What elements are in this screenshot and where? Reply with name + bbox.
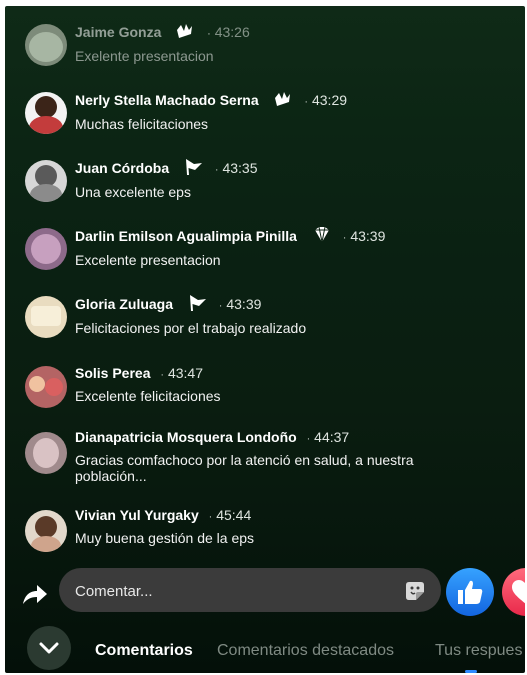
comment-text: Gracias comfachoco por la atenció en sal… (75, 452, 414, 484)
comment-time: 43:35 (222, 160, 258, 176)
commenter-name[interactable]: Dianapatricia Mosquera Londoño (75, 429, 297, 445)
share-arrow-icon[interactable] (19, 580, 49, 610)
separator-dot: · (218, 300, 223, 312)
live-comments-panel: Jaime Gonza · 43:26 Exelente presentacio… (5, 6, 525, 673)
thumbs-up-icon (458, 580, 483, 604)
comment-time: 44:37 (314, 429, 350, 445)
avatar[interactable] (25, 432, 67, 474)
commenter-name[interactable]: Vivian Yul Yurgaky (75, 507, 199, 523)
avatar[interactable] (25, 160, 67, 202)
avatar[interactable] (25, 92, 67, 134)
flag-icon (183, 158, 205, 180)
separator-dot: · (342, 232, 347, 244)
commenter-name[interactable]: Juan Córdoba (75, 160, 169, 176)
comment-time: 43:29 (311, 92, 348, 108)
chevron-down-icon (39, 642, 59, 654)
sticker-icon[interactable] (403, 579, 427, 603)
separator-dot: · (214, 164, 219, 176)
tab-your-replies[interactable]: Tus respues (435, 642, 522, 660)
avatar[interactable] (25, 366, 67, 408)
comment-time: 43:39 (226, 296, 262, 312)
avatar[interactable] (25, 510, 67, 552)
commenter-name[interactable]: Nerly Stella Machado Serna (75, 92, 259, 108)
comment-time: 45:44 (216, 507, 252, 523)
love-button[interactable] (502, 568, 525, 616)
separator-dot: · (304, 96, 309, 108)
comment-time: 43:47 (167, 365, 203, 381)
comment-text: Felicitaciones por el trabajo realizado (75, 320, 307, 336)
comment-text: Excelente felicitaciones (75, 388, 221, 404)
like-button[interactable] (446, 568, 494, 616)
flag-icon (187, 294, 209, 316)
comment-time: 43:39 (350, 228, 386, 244)
avatar[interactable] (25, 24, 67, 66)
separator-dot: · (160, 369, 165, 381)
separator-dot: · (306, 433, 311, 445)
avatar[interactable] (25, 296, 67, 338)
tab-top-comments[interactable]: Comentarios destacados (217, 642, 394, 660)
commenter-name[interactable]: Gloria Zuluaga (75, 296, 173, 312)
comment-text: Exelente presentacion (75, 48, 214, 64)
diamond-icon (311, 226, 333, 248)
comment-text: Una excelente eps (75, 184, 191, 200)
comment-text: Excelente presentacion (75, 252, 221, 268)
comment-input-container[interactable] (59, 568, 441, 614)
tab-comments[interactable]: Comentarios (95, 642, 193, 660)
commenter-name[interactable]: Jaime Gonza (75, 24, 161, 40)
clapping-hands-icon (273, 90, 295, 112)
comment-text: Muy buena gestión de la eps (75, 530, 255, 546)
tab-indicator (465, 670, 477, 673)
heart-icon (512, 580, 525, 604)
comment-text: Muchas felicitaciones (75, 116, 209, 132)
commenter-name[interactable]: Solis Perea (75, 365, 151, 381)
separator-dot: · (207, 28, 211, 40)
comment-time: 43:26 (214, 24, 250, 40)
commenter-name[interactable]: Darlin Emilson Agualimpia Pinilla (75, 228, 297, 244)
separator-dot: · (208, 511, 213, 523)
avatar[interactable] (25, 228, 67, 270)
comment-input[interactable] (73, 568, 377, 614)
collapse-button[interactable] (27, 626, 71, 670)
clapping-hands-icon (175, 22, 197, 44)
